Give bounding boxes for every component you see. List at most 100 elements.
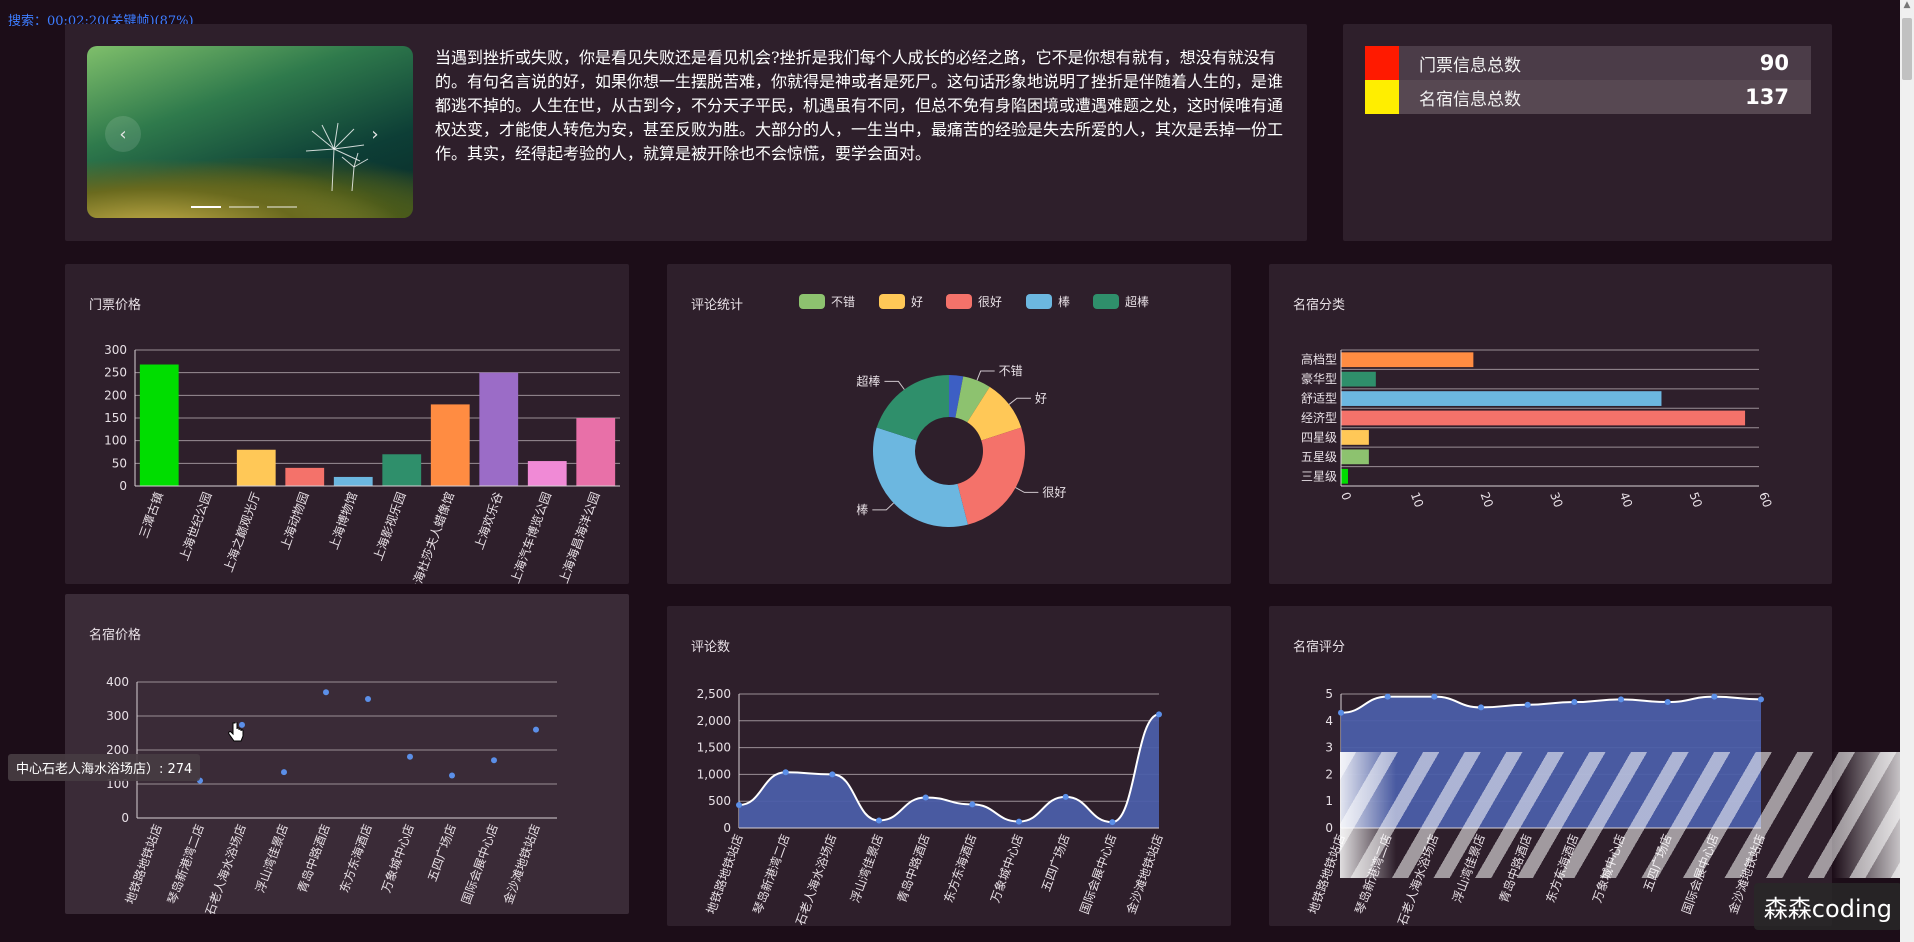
bar — [1341, 410, 1746, 426]
stat-label: 门票信息总数 — [1419, 55, 1521, 76]
y-tick-label: 三星级 — [1301, 469, 1337, 483]
slice-label-line — [872, 502, 894, 511]
y-tick-label: 舒适型 — [1301, 392, 1337, 406]
x-tick-label: 上海杜莎夫人蜡像馆 — [406, 490, 457, 584]
data-point — [491, 757, 497, 764]
x-tick-label: 石老人海水浴场店 — [202, 822, 249, 914]
bar — [333, 476, 373, 486]
chart-tooltip: 中心石老人海水浴场店）: 274 — [8, 754, 201, 781]
comment-stats-chart: 不错好很好棒超棒不错好很好棒超棒 — [799, 294, 1149, 527]
homestay-rating-panel: 名宿评分 0 1 2 3 4 5 地铁路地铁站店 琴岛新港湾二店 石老人海水浴场店 浮山湾佳景店青… — [1269, 606, 1832, 926]
y-tick-label: 1,000 — [697, 767, 731, 781]
x-tick-label: 国际会展中心店 — [1678, 832, 1721, 916]
y-tick-label: 150 — [104, 411, 127, 425]
legend-swatch — [1026, 294, 1052, 309]
y-tick-label: 4 — [1325, 714, 1333, 728]
carousel-indicator[interactable] — [267, 206, 297, 208]
bar — [1341, 430, 1369, 445]
comment-count-panel: 评论数 0 500 1,000 1,500 2,000 2,500 地铁路地铁站店 琴岛新港湾… — [667, 606, 1231, 926]
y-tick-label: 500 — [708, 794, 731, 808]
data-point — [1571, 699, 1578, 706]
stat-row-homestays: 名宿信息总数 137 — [1365, 80, 1811, 114]
image-carousel[interactable]: ‹ › — [87, 46, 413, 218]
x-tick-label: 金沙滩地铁站店 — [500, 822, 543, 906]
carousel-next-button[interactable]: › — [357, 116, 393, 152]
x-tick-label: 石老人海水浴场店 — [792, 832, 839, 926]
pie-slice — [876, 375, 949, 441]
y-tick-label: 0 — [119, 479, 127, 493]
pie-slice — [873, 427, 968, 527]
scrollbar-thumb[interactable] — [1902, 18, 1912, 80]
y-tick-label: 300 — [104, 343, 127, 357]
y-tick-label: 0 — [723, 821, 731, 835]
x-tick-label: 50 — [1687, 490, 1705, 509]
x-tick-label: 60 — [1756, 490, 1774, 509]
y-tick-label: 高档型 — [1301, 352, 1337, 367]
stat-row-tickets: 门票信息总数 90 — [1365, 46, 1811, 80]
y-tick-label: 0 — [1325, 821, 1333, 835]
legend-label: 不错 — [831, 295, 855, 309]
x-tick-label: 青岛中路酒店 — [894, 832, 933, 905]
x-tick-label: 上海欢乐谷 — [471, 490, 506, 552]
x-tick-label: 国际会展中心店 — [458, 822, 501, 906]
carousel-indicator[interactable] — [229, 206, 259, 208]
x-tick-label: 地铁路地铁站店 — [1305, 832, 1348, 916]
legend-label: 棒 — [1058, 295, 1070, 309]
x-tick-label: 琴岛新港湾二店 — [164, 822, 207, 906]
bar — [1341, 371, 1376, 387]
legend-swatch — [946, 294, 972, 309]
x-tick-label: 上海海昌海洋公园 — [556, 490, 603, 584]
carousel-prev-button[interactable]: ‹ — [105, 116, 141, 152]
slice-label: 不错 — [999, 364, 1023, 378]
x-tick-label: 青岛中路酒店 — [1496, 832, 1535, 905]
comment-stats-panel: 评论统计 不错好很好棒超棒 不错好很好棒超棒 — [667, 264, 1231, 584]
legend-label: 很好 — [978, 295, 1002, 309]
data-point — [449, 772, 455, 779]
carousel-indicator[interactable] — [191, 206, 221, 208]
ticket-price-chart: 0 50 100 150 200 250 300 三潭古镇 上海世纪公园 上海之巅观光厅 上海动物园… — [104, 343, 620, 584]
x-tick-label: 地铁路地铁站店 — [122, 822, 165, 906]
x-tick-label: 地铁路地铁站店 — [703, 832, 746, 916]
x-tick-label: 上海动物园 — [277, 490, 312, 552]
x-tick-label: 10 — [1408, 490, 1426, 509]
x-tick-label: 0 — [1338, 490, 1354, 502]
x-tick-label: 东方东海酒店 — [1542, 832, 1581, 905]
legend-label: 超棒 — [1125, 294, 1149, 309]
x-tick-label: 上海影视乐园 — [370, 490, 409, 563]
data-point — [281, 769, 287, 776]
page-scrollbar[interactable]: ▲ — [1900, 0, 1914, 942]
data-point — [1711, 693, 1718, 700]
y-tick-label: 100 — [104, 434, 127, 448]
ticket-price-panel: 门票价格 0 50 100 150 200 250 300 三潭古镇 上海世纪公园 上海之巅观光厅… — [65, 264, 629, 584]
area-fill — [739, 714, 1159, 828]
stat-value: 90 — [1759, 51, 1789, 75]
pie-slice — [957, 427, 1025, 525]
legend-swatch — [879, 294, 905, 309]
data-point — [1338, 709, 1344, 716]
slice-label-line — [1015, 487, 1039, 493]
stat-label: 名宿信息总数 — [1419, 89, 1521, 110]
bar — [527, 461, 567, 486]
y-tick-label: 1 — [1325, 794, 1333, 808]
y-tick-label: 五星级 — [1301, 450, 1337, 464]
data-point — [829, 771, 836, 778]
scroll-up-icon[interactable]: ▲ — [1900, 0, 1914, 14]
x-tick-label: 五四广场店 — [1641, 832, 1675, 893]
bar — [1341, 468, 1348, 484]
x-tick-label: 琴岛新港湾二店 — [750, 832, 793, 916]
data-point — [365, 696, 371, 702]
x-tick-label: 东方东海酒店 — [940, 832, 979, 905]
x-tick-label: 上海博物馆 — [325, 490, 360, 552]
x-tick-label: 青岛中路酒店 — [294, 822, 333, 895]
data-point — [736, 801, 742, 808]
carousel-indicators — [191, 206, 297, 208]
x-tick-label: 国际会展中心店 — [1076, 832, 1119, 916]
bar — [576, 418, 616, 486]
data-point — [876, 817, 882, 824]
y-tick-label: 5 — [1325, 687, 1333, 701]
data-point — [1016, 818, 1022, 825]
bar — [139, 364, 179, 486]
data-point — [922, 794, 929, 801]
data-point — [1524, 701, 1531, 708]
watermark: 森森coding — [1753, 883, 1902, 930]
